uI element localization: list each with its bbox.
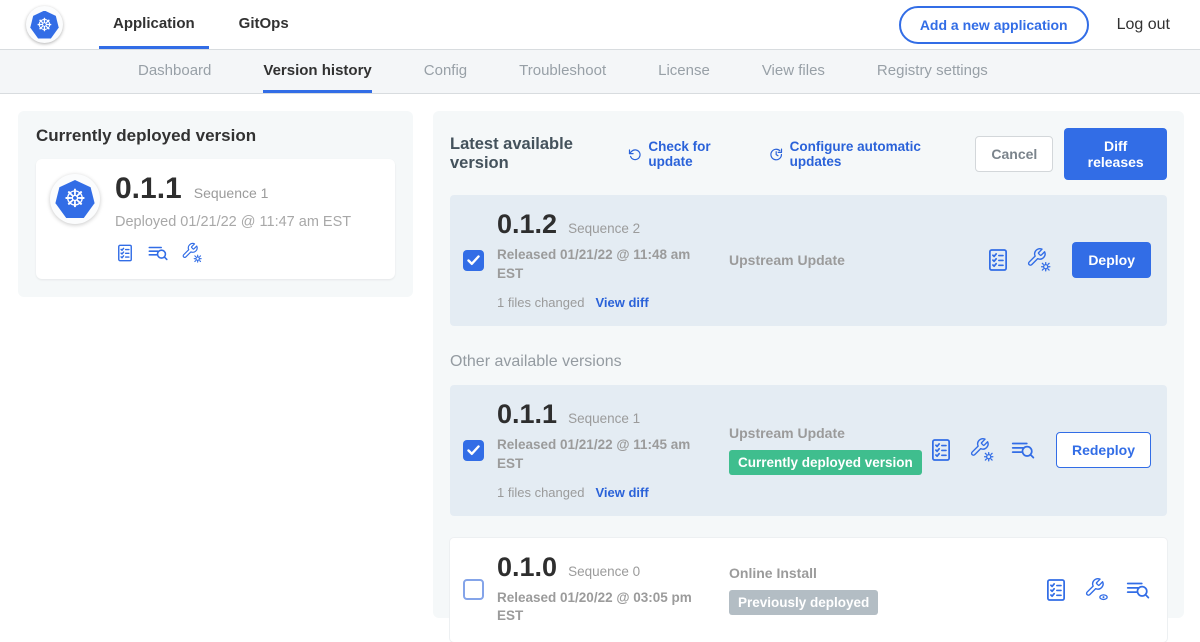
version-source: Online Install bbox=[729, 565, 1043, 581]
check-for-update-link[interactable]: Check for update bbox=[628, 139, 741, 169]
kubernetes-logo-icon: ☸ bbox=[55, 180, 95, 218]
files-changed: 1 files changed bbox=[497, 295, 584, 310]
view-config-icon[interactable] bbox=[1084, 577, 1110, 603]
version-info: 0.1.1 Sequence 1 Released 01/21/22 @ 11:… bbox=[497, 401, 729, 500]
currently-deployed-card: Currently deployed version ☸ 0.1.1 Seque… bbox=[18, 111, 413, 297]
version-actions: Redeploy bbox=[928, 432, 1151, 468]
clock-refresh-icon bbox=[769, 146, 783, 163]
edit-config-icon[interactable] bbox=[969, 437, 995, 463]
logout-link[interactable]: Log out bbox=[1117, 16, 1170, 34]
top-bar: ☸ Application GitOps Add a new applicati… bbox=[0, 0, 1200, 49]
version-checkbox[interactable] bbox=[463, 579, 484, 600]
available-versions-panel: Latest available version Check for updat… bbox=[433, 111, 1184, 618]
version-info: 0.1.2 Sequence 2 Released 01/21/22 @ 11:… bbox=[497, 211, 729, 310]
add-new-application-button[interactable]: Add a new application bbox=[899, 6, 1089, 44]
version-number: 0.1.2 bbox=[497, 211, 557, 238]
released-timestamp: Released 01/20/22 @ 03:05 pm EST bbox=[497, 589, 702, 627]
edit-config-icon[interactable] bbox=[181, 242, 203, 264]
configure-automatic-updates-label: Configure automatic updates bbox=[790, 139, 948, 169]
app-logo: ☸ bbox=[26, 6, 63, 43]
previously-deployed-badge: Previously deployed bbox=[729, 590, 878, 615]
version-actions: Deploy bbox=[985, 242, 1151, 278]
redeploy-button[interactable]: Redeploy bbox=[1056, 432, 1151, 468]
edit-config-icon[interactable] bbox=[1026, 247, 1052, 273]
deployed-sequence: Sequence 1 bbox=[194, 185, 269, 201]
version-source-column: Online Install Previously deployed bbox=[729, 565, 1043, 615]
version-row-0-1-1: 0.1.1 Sequence 1 Released 01/21/22 @ 11:… bbox=[450, 385, 1167, 516]
version-actions bbox=[1043, 577, 1151, 603]
view-diff-link[interactable]: View diff bbox=[595, 485, 648, 500]
preflight-checks-icon[interactable] bbox=[928, 437, 954, 463]
deployed-version-card: ☸ 0.1.1 Sequence 1 Deployed 01/21/22 @ 1… bbox=[36, 159, 395, 279]
app-subnav: Dashboard Version history Config Trouble… bbox=[0, 49, 1200, 94]
released-timestamp: Released 01/21/22 @ 11:48 am EST bbox=[497, 246, 702, 284]
version-number: 0.1.0 bbox=[497, 554, 557, 581]
files-changed: 1 files changed bbox=[497, 485, 584, 500]
version-row-0-1-0: 0.1.0 Sequence 0 Released 01/20/22 @ 03:… bbox=[450, 538, 1167, 642]
version-source-column: Upstream Update Currently deployed versi… bbox=[729, 425, 928, 475]
version-row-0-1-2: 0.1.2 Sequence 2 Released 01/21/22 @ 11:… bbox=[450, 195, 1167, 326]
tab-application[interactable]: Application bbox=[99, 0, 209, 49]
refresh-icon bbox=[628, 146, 642, 163]
version-number: 0.1.1 bbox=[497, 401, 557, 428]
version-sequence: Sequence 1 bbox=[568, 411, 640, 426]
tab-application-label: Application bbox=[113, 15, 195, 32]
tab-gitops-label: GitOps bbox=[239, 15, 289, 32]
released-timestamp: Released 01/21/22 @ 11:45 am EST bbox=[497, 436, 702, 474]
deployed-version-info: 0.1.1 Sequence 1 Deployed 01/21/22 @ 11:… bbox=[115, 174, 351, 264]
latest-version-header: Latest available version Check for updat… bbox=[450, 128, 1167, 180]
subnav-tab-dashboard[interactable]: Dashboard bbox=[138, 50, 211, 93]
version-info: 0.1.0 Sequence 0 Released 01/20/22 @ 03:… bbox=[497, 554, 729, 627]
main-content: Currently deployed version ☸ 0.1.1 Seque… bbox=[0, 94, 1200, 618]
currently-deployed-badge: Currently deployed version bbox=[729, 450, 922, 475]
deploy-button[interactable]: Deploy bbox=[1072, 242, 1151, 278]
cancel-button[interactable]: Cancel bbox=[975, 136, 1053, 172]
other-versions-title: Other available versions bbox=[450, 353, 1167, 371]
subnav-tab-view-files[interactable]: View files bbox=[762, 50, 825, 93]
preflight-checks-icon[interactable] bbox=[115, 243, 135, 263]
currently-deployed-title: Currently deployed version bbox=[36, 126, 395, 146]
subnav-tab-version-history[interactable]: Version history bbox=[263, 50, 371, 93]
app-avatar: ☸ bbox=[50, 174, 100, 224]
deployed-version-number: 0.1.1 bbox=[115, 174, 182, 204]
diff-releases-button[interactable]: Diff releases bbox=[1064, 128, 1167, 180]
logs-icon[interactable] bbox=[1010, 437, 1036, 463]
version-source-column: Upstream Update bbox=[729, 252, 985, 268]
configure-automatic-updates-link[interactable]: Configure automatic updates bbox=[769, 139, 947, 169]
preflight-checks-icon[interactable] bbox=[1043, 577, 1069, 603]
checkmark-icon bbox=[467, 255, 480, 266]
subnav-tab-registry-settings[interactable]: Registry settings bbox=[877, 50, 988, 93]
version-sequence: Sequence 2 bbox=[568, 221, 640, 236]
subnav-tab-config[interactable]: Config bbox=[424, 50, 467, 93]
latest-version-title: Latest available version bbox=[450, 135, 608, 173]
preflight-checks-icon[interactable] bbox=[985, 247, 1011, 273]
logs-icon[interactable] bbox=[147, 242, 169, 264]
version-source: Upstream Update bbox=[729, 252, 985, 268]
view-diff-link[interactable]: View diff bbox=[595, 295, 648, 310]
check-for-update-label: Check for update bbox=[648, 139, 741, 169]
version-sequence: Sequence 0 bbox=[568, 564, 640, 579]
logs-icon[interactable] bbox=[1125, 577, 1151, 603]
version-source: Upstream Update bbox=[729, 425, 928, 441]
subnav-tab-license[interactable]: License bbox=[658, 50, 710, 93]
kubernetes-logo-icon: ☸ bbox=[30, 11, 59, 39]
version-checkbox[interactable] bbox=[463, 250, 484, 271]
checkmark-icon bbox=[467, 445, 480, 456]
tab-gitops[interactable]: GitOps bbox=[225, 0, 303, 49]
subnav-tab-troubleshoot[interactable]: Troubleshoot bbox=[519, 50, 606, 93]
version-checkbox[interactable] bbox=[463, 440, 484, 461]
deployed-timestamp: Deployed 01/21/22 @ 11:47 am EST bbox=[115, 214, 351, 230]
